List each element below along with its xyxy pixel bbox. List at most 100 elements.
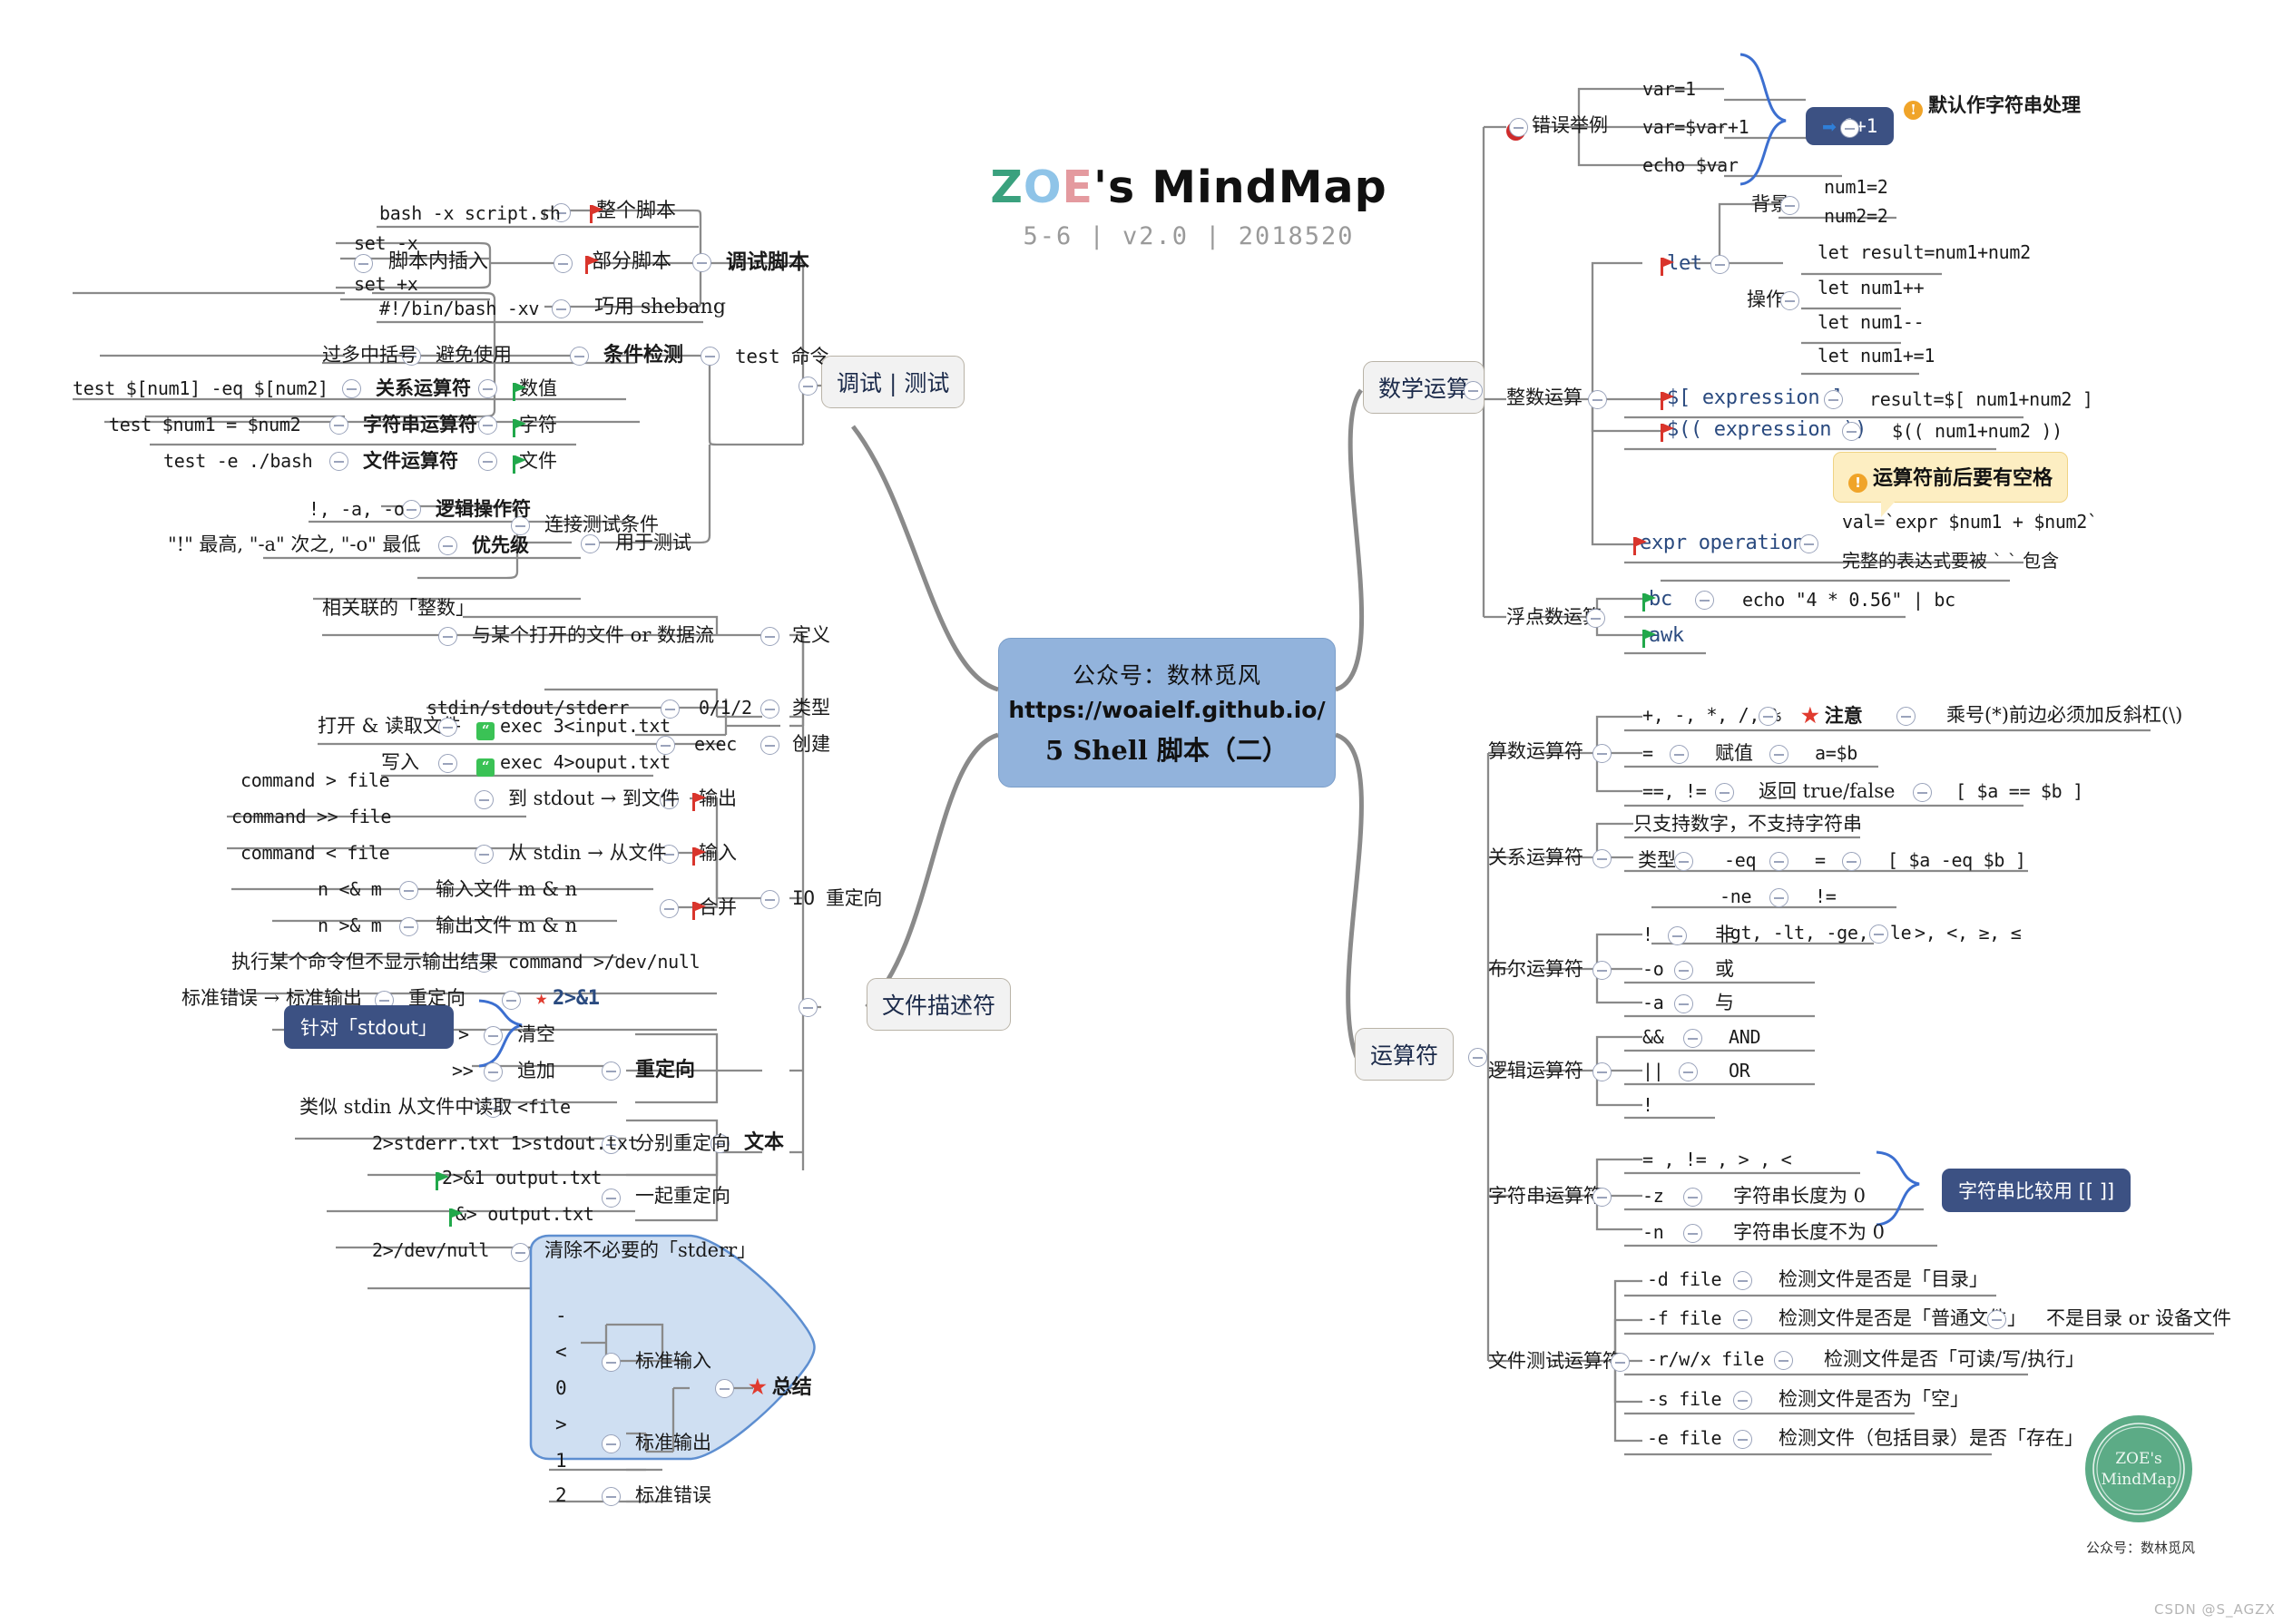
- node-eq-sym[interactable]: =: [1815, 851, 1826, 869]
- node-stderr-to-stdout[interactable]: ★ 2>&1: [535, 989, 600, 1009]
- toggle-clear-stderr[interactable]: [511, 1243, 530, 1262]
- toggle-fd-type[interactable]: [760, 699, 779, 719]
- node-fd-in-1[interactable]: command < file: [240, 844, 390, 862]
- node-f-file[interactable]: -f file: [1647, 1309, 1721, 1327]
- node-op-4[interactable]: let num1+=1: [1818, 347, 1935, 365]
- node-clear-op[interactable]: >: [458, 1025, 469, 1043]
- node-stdin-lt[interactable]: <: [555, 1343, 567, 1362]
- node-fd-definition[interactable]: 定义: [792, 626, 830, 645]
- toggle-result-1plus1[interactable]: [1840, 119, 1859, 138]
- toggle-rwx-file[interactable]: [1774, 1351, 1793, 1370]
- toggle-stdin[interactable]: [602, 1353, 621, 1372]
- node-clear-stderr[interactable]: 清除不必要的「stderr」: [544, 1241, 756, 1260]
- toggle-debug[interactable]: [799, 377, 818, 396]
- toggle-fd-output-desc[interactable]: [475, 790, 494, 809]
- toggle-append[interactable]: [484, 1062, 503, 1081]
- toggle-stdout[interactable]: [602, 1434, 621, 1453]
- node-whole-script-cmd[interactable]: bash -x script.sh: [379, 204, 561, 222]
- toggle-relational-op[interactable]: [342, 379, 361, 398]
- node-test-cmd[interactable]: test 命令: [735, 347, 828, 367]
- node-fd-input[interactable]: 输入: [692, 844, 737, 866]
- node-fd-def-desc[interactable]: 与某个打开的文件 or 数据流: [472, 626, 714, 645]
- node-partial-script[interactable]: 部分脚本: [585, 252, 671, 274]
- toggle-file-op[interactable]: [329, 452, 348, 471]
- toggle-logic[interactable]: [1592, 1062, 1612, 1081]
- node-assign-label[interactable]: 赋值: [1715, 744, 1753, 763]
- toggle-fd-definition[interactable]: [760, 627, 779, 646]
- toggle-clear[interactable]: [484, 1026, 503, 1045]
- toggle-string-operators[interactable]: [1592, 1188, 1612, 1207]
- node-fd-devnull-desc[interactable]: 执行某个命令但不显示输出结果: [231, 953, 498, 972]
- node-awk[interactable]: awk: [1642, 626, 1684, 648]
- toggle-f-file[interactable]: [1733, 1310, 1752, 1329]
- toggle-error-example[interactable]: [1509, 118, 1528, 137]
- node-bg-1[interactable]: num1=2: [1824, 178, 1888, 196]
- node-not2[interactable]: !: [1642, 1096, 1653, 1114]
- node-expr-ex[interactable]: val=`expr $num1 + $num2`: [1842, 513, 2098, 531]
- node-arith[interactable]: 算数运算符: [1488, 742, 1583, 761]
- node-bc[interactable]: bc: [1642, 590, 1672, 611]
- toggle-bc[interactable]: [1695, 591, 1714, 610]
- toggle-fd-merge[interactable]: [660, 899, 679, 918]
- node-eq-example[interactable]: [ $a -eq $b ]: [1887, 851, 2026, 869]
- node-err-3[interactable]: echo $var: [1642, 156, 1739, 174]
- toggle-let[interactable]: [1710, 255, 1730, 274]
- node-together-1[interactable]: 2>&1 output.txt: [436, 1169, 602, 1190]
- node-and-op[interactable]: -a: [1642, 993, 1664, 1012]
- node-and-label[interactable]: 与: [1715, 993, 1734, 1013]
- toggle-not[interactable]: [1668, 926, 1687, 945]
- node-string-op[interactable]: 字符串运算符: [363, 415, 477, 434]
- node-fd-merge2-desc[interactable]: 输出文件 m & n: [436, 916, 577, 935]
- toggle-n[interactable]: [1683, 1224, 1702, 1243]
- node-or2[interactable]: ||: [1642, 1061, 1664, 1080]
- toggle-debug-script[interactable]: [692, 253, 711, 272]
- node-and2-label[interactable]: AND: [1729, 1028, 1761, 1046]
- node-expr-note[interactable]: 完整的表达式要被 ` ` 包含: [1842, 552, 2059, 570]
- node-dollar-bracket[interactable]: $[ expression ]: [1661, 388, 1843, 410]
- node-file-ex[interactable]: test -e ./bash: [163, 452, 313, 470]
- node-str-ops[interactable]: = , != , > , <: [1642, 1150, 1792, 1169]
- node-fd-input-desc[interactable]: 从 stdin → 从文件: [508, 844, 667, 863]
- node-file-test[interactable]: 文件测试运算符: [1488, 1352, 1622, 1371]
- toggle-e-file[interactable]: [1733, 1430, 1752, 1449]
- node-s-desc[interactable]: 检测文件是否为「空」: [1779, 1390, 1969, 1409]
- toggle-cmp-ops[interactable]: [1869, 925, 1888, 944]
- node-not-op[interactable]: !: [1642, 925, 1653, 944]
- node-priority-desc[interactable]: "!" 最高, "-a" 次之, "-o" 最低: [168, 535, 420, 554]
- node-string-ex[interactable]: test $num1 = $num2: [109, 416, 301, 434]
- toggle-stderr-to-stdout[interactable]: [502, 991, 521, 1010]
- toggle-partial-script[interactable]: [554, 254, 573, 273]
- node-stderr-label[interactable]: 标准错误: [635, 1486, 711, 1505]
- toggle-z[interactable]: [1683, 1188, 1702, 1207]
- node-separate-redirect[interactable]: 分别重定向: [635, 1134, 730, 1153]
- toggle-or[interactable]: [1674, 961, 1693, 980]
- toggle-s-file[interactable]: [1733, 1391, 1752, 1410]
- node-eq-label[interactable]: 返回 true/false: [1759, 782, 1895, 801]
- node-dollar-paren-ex[interactable]: $(( num1+num2 )): [1892, 422, 2063, 440]
- toggle-string-op[interactable]: [329, 416, 348, 435]
- node-fd-out-1[interactable]: command > file: [240, 771, 390, 789]
- toggle-expr-operation[interactable]: [1799, 534, 1818, 553]
- toggle-priority[interactable]: [438, 536, 457, 555]
- node-operation[interactable]: 操作: [1747, 290, 1785, 309]
- node-stdout-gt[interactable]: >: [555, 1415, 567, 1434]
- node-let[interactable]: let: [1661, 254, 1702, 276]
- toggle-cond-check[interactable]: [570, 347, 589, 366]
- toggle-together-redirect[interactable]: [602, 1189, 621, 1208]
- node-append-op[interactable]: >>: [452, 1061, 474, 1080]
- toggle-dollar-bracket[interactable]: [1824, 390, 1843, 409]
- toggle-arith-note-desc[interactable]: [1896, 707, 1916, 726]
- node-fd-type-names[interactable]: stdin/stdout/stderr: [426, 699, 629, 717]
- toggle-arith[interactable]: [1592, 744, 1612, 763]
- node-int-math[interactable]: 整数运算: [1506, 388, 1583, 407]
- node-stderr-two[interactable]: 2: [555, 1486, 567, 1505]
- toggle-summary[interactable]: [715, 1379, 734, 1398]
- toggle-shebang[interactable]: [552, 299, 571, 318]
- node-fd-exec-out[interactable]: “ exec 4>ouput.txt: [476, 753, 671, 777]
- node-rel-type[interactable]: 类型: [1638, 851, 1676, 870]
- node-ne-sym[interactable]: !=: [1815, 887, 1837, 905]
- node-numeric[interactable]: 数值: [513, 379, 557, 401]
- node-default-string[interactable]: ! 默认作字符串处理: [1904, 95, 2081, 120]
- node-ne[interactable]: -ne: [1720, 887, 1752, 905]
- node-dollar-bracket-ex[interactable]: result=$[ num1+num2 ]: [1869, 390, 2093, 408]
